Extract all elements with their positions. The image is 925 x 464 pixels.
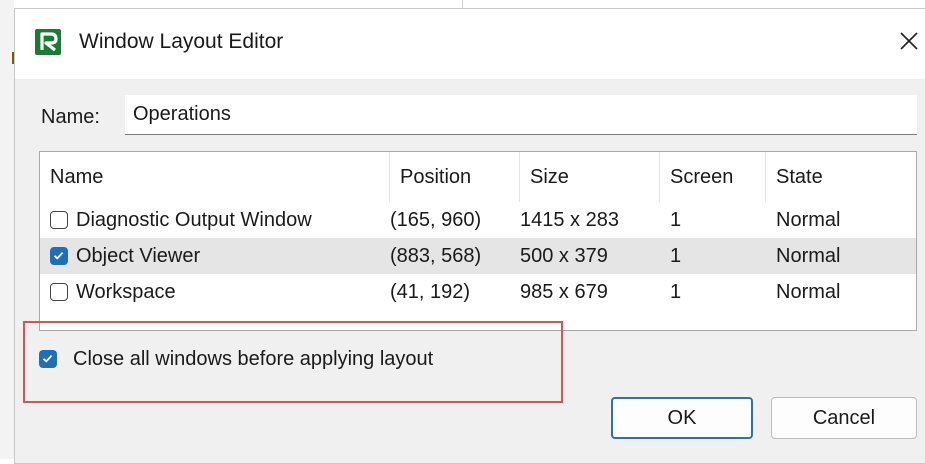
row-state: Normal [776,209,841,231]
ok-button[interactable]: OK [611,397,753,439]
row-checkbox[interactable] [50,211,68,229]
list-row-selected[interactable]: Object Viewer (883, 568) 500 x 379 1 Nor… [40,238,916,274]
list-row[interactable]: Diagnostic Output Window (165, 960) 1415… [40,202,916,238]
column-header-screen[interactable]: Screen [660,152,766,202]
row-name: Workspace [76,281,176,303]
row-size: 1415 x 283 [520,209,619,231]
checkmark-icon [53,251,64,260]
row-screen: 1 [670,245,682,267]
dialog-titlebar: Window Layout Editor [15,9,925,79]
window-layout-editor-dialog: Window Layout Editor Name: Name Position… [14,8,925,464]
close-all-checkbox[interactable] [39,350,57,368]
column-header-size[interactable]: Size [520,152,660,202]
list-row[interactable]: Workspace (41, 192) 985 x 679 1 Normal [40,274,916,310]
row-name: Object Viewer [76,245,201,267]
app-logo-icon [35,29,61,55]
list-rows: Diagnostic Output Window (165, 960) 1415… [40,202,916,310]
window-list: Name Position Size Screen State Diagnost… [39,151,917,331]
close-icon [900,32,918,50]
row-checkbox-checked[interactable] [50,247,68,265]
layout-name-input[interactable] [125,95,917,135]
row-screen: 1 [670,209,682,231]
row-position: (41, 192) [390,281,471,303]
column-header-position[interactable]: Position [390,152,520,202]
row-position: (883, 568) [390,245,482,267]
name-field-label: Name: [41,106,100,128]
row-size: 985 x 679 [520,281,608,303]
dialog-title: Window Layout Editor [79,30,284,53]
background-app-edge [0,0,14,459]
row-state: Normal [776,245,841,267]
checkmark-icon [42,354,53,363]
row-screen: 1 [670,281,682,303]
row-state: Normal [776,281,841,303]
row-size: 500 x 379 [520,245,608,267]
row-name: Diagnostic Output Window [76,209,312,231]
row-position: (165, 960) [390,209,482,231]
close-button[interactable] [891,23,925,59]
list-header: Name Position Size Screen State [40,152,916,202]
column-header-name[interactable]: Name [40,152,390,202]
close-all-label: Close all windows before applying layout [73,348,434,370]
column-header-state[interactable]: State [766,152,916,202]
row-checkbox[interactable] [50,283,68,301]
cancel-button[interactable]: Cancel [771,397,917,439]
